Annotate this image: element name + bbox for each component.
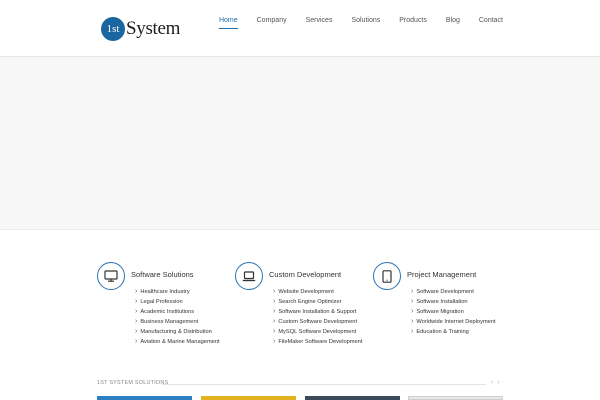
chevron-right-icon[interactable]: › <box>498 380 500 386</box>
nav-home[interactable]: Home <box>218 17 238 29</box>
monitor-icon <box>97 262 125 290</box>
nav-products[interactable]: Products <box>399 17 427 29</box>
list-item[interactable]: Healthcare Industry <box>135 287 220 297</box>
nav-services[interactable]: Services <box>306 17 333 29</box>
list-item[interactable]: Business Management <box>135 317 220 327</box>
solution-thumbnail[interactable] <box>201 396 296 400</box>
section-title: 1ST SYSTEM SOLUTIONS <box>97 380 169 386</box>
list-item[interactable]: FileMaker Software Development <box>273 337 362 347</box>
service-title: Software Solutions <box>131 270 194 279</box>
list-item[interactable]: MySQL Software Development <box>273 327 362 337</box>
list-item[interactable]: Legal Profession <box>135 297 220 307</box>
service-list: Software Development Software Installati… <box>411 287 496 337</box>
logo[interactable]: 1st System <box>101 17 180 41</box>
nav-solutions[interactable]: Solutions <box>351 17 380 29</box>
list-item[interactable]: Manufacturing & Distribution <box>135 327 220 337</box>
list-item[interactable]: Software Installation <box>411 297 496 307</box>
list-item[interactable]: Academic Institutions <box>135 307 220 317</box>
nav-contact[interactable]: Contact <box>479 17 503 29</box>
nav-blog[interactable]: Blog <box>446 17 460 29</box>
list-item[interactable]: Education & Training <box>411 327 496 337</box>
logo-word: System <box>126 18 181 39</box>
list-item[interactable]: Website Development <box>273 287 362 297</box>
carousel-arrows: ‹ › <box>491 380 500 386</box>
section-divider <box>162 384 486 385</box>
site-header: 1st System Home Company Services Solutio… <box>0 0 600 57</box>
chevron-left-icon[interactable]: ‹ <box>491 380 493 386</box>
service-list: Healthcare Industry Legal Profession Aca… <box>135 287 220 347</box>
solution-thumbnail[interactable] <box>408 396 503 400</box>
list-item[interactable]: Aviation & Marine Management <box>135 337 219 347</box>
service-title: Custom Development <box>269 270 342 279</box>
list-item[interactable]: Search Engine Optimizer <box>273 297 362 307</box>
hero-banner <box>0 57 600 230</box>
list-item[interactable]: Worldwide Internet Deployment <box>411 317 495 327</box>
solution-thumbnail[interactable] <box>305 396 400 400</box>
logo-badge: 1st <box>101 17 125 41</box>
solution-thumbnail[interactable] <box>97 396 192 400</box>
service-title: Project Management <box>407 270 477 279</box>
laptop-icon <box>235 262 263 290</box>
list-item[interactable]: Software Migration <box>411 307 496 317</box>
tablet-icon <box>373 262 401 290</box>
nav-company[interactable]: Company <box>257 17 287 29</box>
list-item[interactable]: Custom Software Development <box>273 317 362 327</box>
service-list: Website Development Search Engine Optimi… <box>273 287 362 347</box>
main-nav: Home Company Services Solutions Products… <box>200 17 503 29</box>
list-item[interactable]: Software Development <box>411 287 496 297</box>
list-item[interactable]: Software Installation & Support <box>273 307 362 317</box>
